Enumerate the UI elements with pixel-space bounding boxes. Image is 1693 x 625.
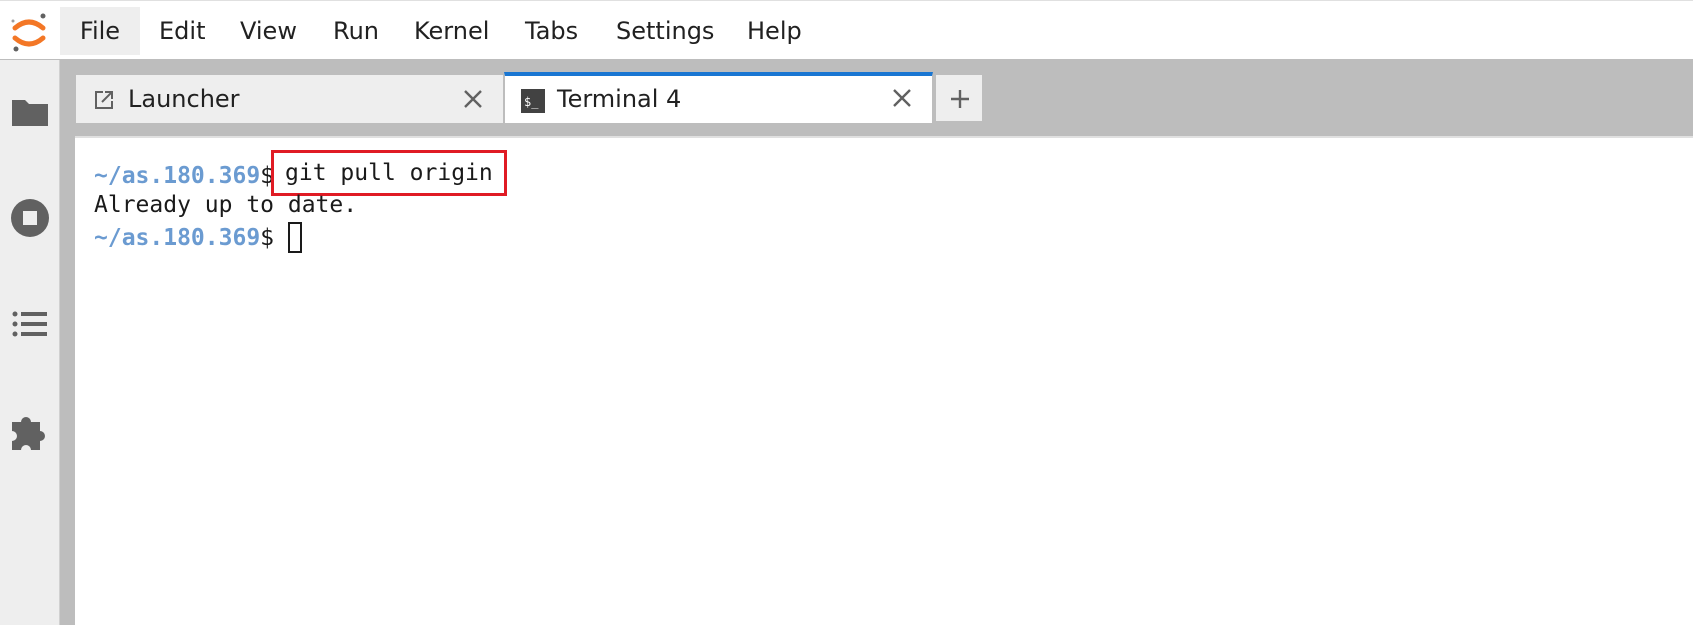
plus-icon	[951, 90, 969, 108]
stop-circle-icon[interactable]	[8, 196, 52, 240]
tab-launcher[interactable]: Launcher	[75, 74, 504, 123]
jupyter-logo-icon[interactable]	[6, 9, 52, 55]
menu-settings[interactable]: Settings	[616, 7, 714, 55]
add-tab-button[interactable]	[935, 74, 983, 122]
sidebar-divider	[60, 60, 75, 625]
prompt-symbol: $	[260, 163, 275, 189]
launch-icon	[95, 91, 113, 109]
menu-file[interactable]: File	[60, 7, 140, 55]
close-icon[interactable]	[889, 85, 915, 111]
folder-icon[interactable]	[8, 90, 52, 134]
menu-edit[interactable]: Edit	[159, 7, 205, 55]
tab-terminal-label: Terminal 4	[557, 85, 682, 113]
terminal-panel[interactable]: ~/as.180.369$ git pull origin Already up …	[75, 138, 1693, 625]
terminal-output-line: Already up to date.	[94, 192, 358, 218]
terminal-prompt: ~/as.180.369	[94, 163, 261, 189]
menu-tabs[interactable]: Tabs	[525, 7, 578, 55]
list-icon[interactable]	[8, 302, 52, 346]
close-icon[interactable]	[460, 86, 486, 112]
terminal-prompt: ~/as.180.369	[94, 225, 261, 251]
prompt-symbol: $	[260, 225, 275, 251]
terminal-line-current: ~/as.180.369$	[94, 222, 303, 255]
menu-view[interactable]: View	[240, 7, 297, 55]
tab-launcher-label: Launcher	[128, 85, 240, 113]
terminal-line-command: ~/as.180.369$ git pull origin	[94, 150, 507, 196]
tab-terminal-4[interactable]: $_ Terminal 4	[504, 72, 933, 123]
menu-kernel[interactable]: Kernel	[414, 7, 489, 55]
terminal-cursor[interactable]	[288, 222, 303, 253]
tab-bar: Launcher $_ Terminal 4	[75, 60, 1693, 138]
svg-text:$_: $_	[524, 95, 539, 109]
menu-bar: File Edit View Run Kernel Tabs Settings …	[0, 0, 1693, 61]
menu-run[interactable]: Run	[333, 7, 379, 55]
terminal-icon: $_	[521, 89, 545, 113]
left-sidebar	[0, 60, 60, 625]
menu-help[interactable]: Help	[747, 7, 802, 55]
puzzle-icon[interactable]	[8, 408, 52, 452]
highlighted-command: git pull origin	[271, 150, 507, 196]
